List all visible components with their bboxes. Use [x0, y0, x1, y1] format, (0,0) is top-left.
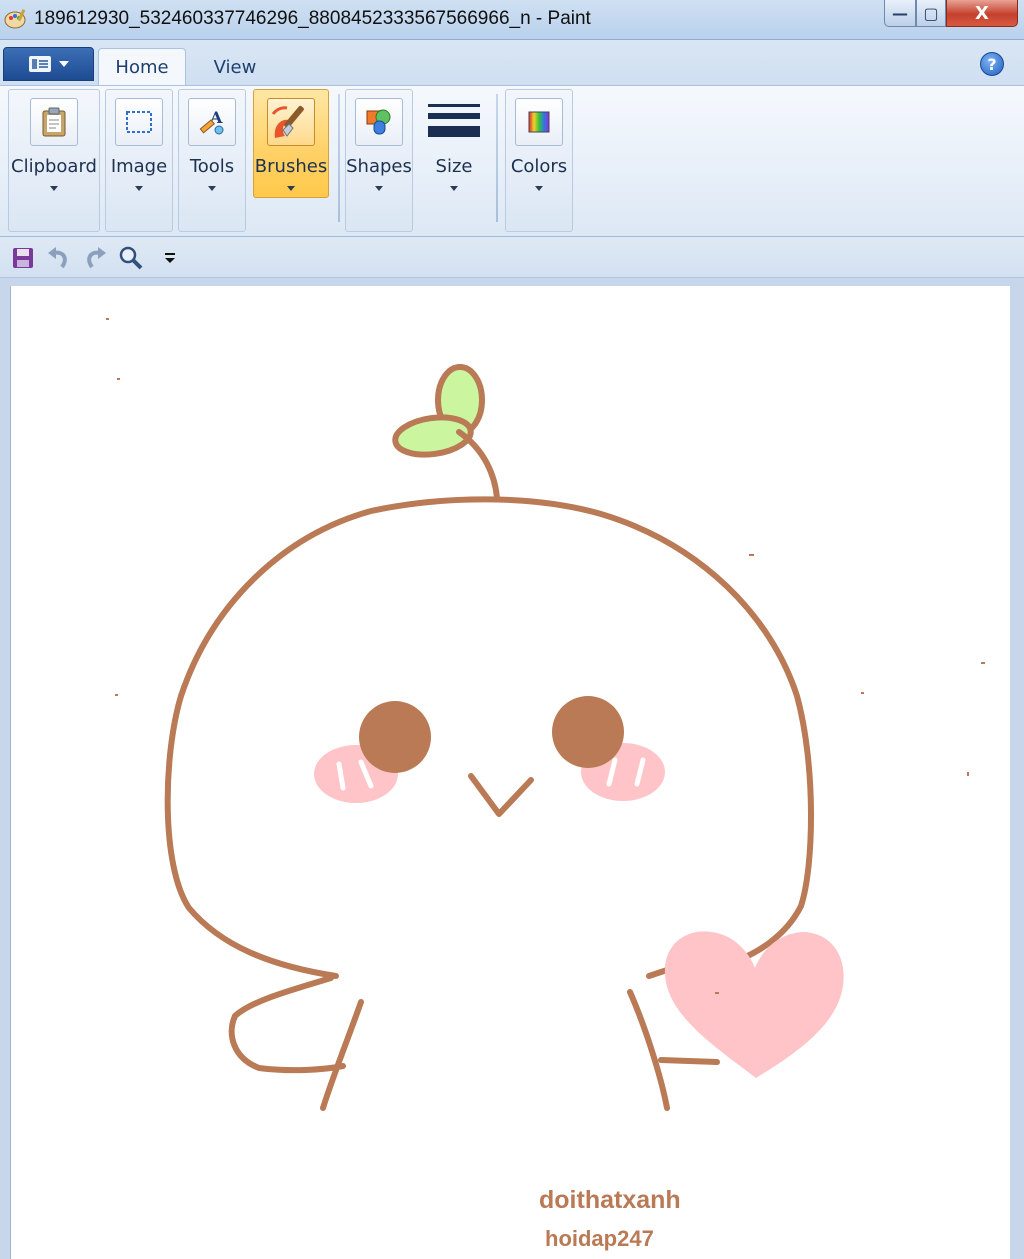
speck	[981, 662, 985, 664]
save-icon	[13, 248, 33, 268]
tools-group[interactable]: A Tools	[178, 89, 246, 232]
tab-view[interactable]: View	[196, 48, 274, 86]
signature-text-1: doithatxanh	[539, 1186, 681, 1214]
brushes-label: Brushes	[254, 156, 328, 177]
image-group[interactable]: Image	[105, 89, 173, 232]
chevron-down-icon	[375, 186, 383, 191]
size-tile	[426, 98, 482, 146]
speck	[106, 318, 109, 320]
paint-palette-icon[interactable]	[4, 7, 28, 31]
image-tile	[115, 98, 163, 146]
signature-text-2: hoidap247	[545, 1226, 654, 1251]
paint-menu-button[interactable]	[3, 47, 94, 81]
pencil-text-icon: A	[199, 108, 224, 135]
speck	[115, 694, 118, 696]
chevron-down-icon	[450, 186, 458, 191]
chevron-down-icon	[287, 186, 295, 191]
close-button[interactable]: X	[946, 0, 1018, 27]
title-bar: 189612930_532460337746296_88084523335675…	[0, 0, 1024, 40]
ribbon: Clipboard Image A Tools Brushes Shapes S…	[0, 85, 1024, 237]
color-palette-icon	[528, 111, 550, 133]
clipboard-icon	[42, 107, 66, 137]
line-size-icon	[428, 104, 480, 137]
shapes-group[interactable]: Shapes	[345, 89, 413, 232]
tools-label: Tools	[189, 156, 235, 177]
left-eye	[359, 701, 431, 773]
speck	[749, 554, 754, 556]
chevron-down-icon	[208, 186, 216, 191]
mouth	[468, 773, 534, 817]
chevron-down-icon	[50, 186, 58, 191]
undo-icon	[48, 247, 67, 269]
tab-home[interactable]: Home	[98, 48, 186, 86]
drawing	[106, 318, 985, 1111]
speck	[117, 378, 120, 380]
shapes-label: Shapes	[346, 156, 412, 177]
undo-button[interactable]	[44, 243, 74, 273]
zoom-button[interactable]	[116, 243, 146, 273]
image-label: Image	[110, 156, 168, 177]
speck	[715, 992, 719, 994]
shapes-tile	[355, 98, 403, 146]
brushes-group[interactable]: Brushes	[253, 89, 329, 198]
left-body-line	[320, 999, 364, 1111]
close-icon: X	[975, 2, 989, 24]
customize-toolbar-button[interactable]	[155, 243, 185, 273]
clipboard-label: Clipboard	[11, 156, 97, 177]
dropdown-icon	[165, 253, 175, 263]
colors-group[interactable]: Colors	[505, 89, 573, 232]
maximize-icon: ▢	[923, 3, 939, 23]
canvas-area: doithatxanh hoidap247	[0, 278, 1024, 1259]
head-outline	[164, 496, 814, 979]
chevron-down-icon	[535, 186, 543, 191]
speck	[861, 692, 864, 694]
brushes-tile	[267, 98, 315, 146]
right-eye	[552, 696, 624, 768]
colors-label: Colors	[510, 156, 568, 177]
shapes-icon	[366, 109, 391, 135]
chevron-down-icon	[58, 61, 69, 67]
minimize-button[interactable]: —	[884, 0, 916, 27]
paint-menu-icon	[28, 56, 51, 72]
right-hand-line	[658, 1057, 720, 1065]
tools-tile: A	[188, 98, 236, 146]
size-label: Size	[435, 156, 473, 177]
help-icon[interactable]: ?	[980, 52, 1004, 76]
colors-tile	[515, 98, 563, 146]
select-rectangle-icon	[126, 111, 152, 133]
redo-icon	[87, 247, 106, 269]
save-button[interactable]	[8, 243, 38, 273]
clipboard-tile	[30, 98, 78, 146]
ribbon-divider	[496, 94, 498, 222]
maximize-button[interactable]: ▢	[916, 0, 946, 27]
chevron-down-icon	[135, 186, 143, 191]
right-body-line	[627, 989, 670, 1111]
ribbon-divider	[338, 94, 340, 222]
left-arm	[228, 975, 346, 1074]
drawing-canvas[interactable]: doithatxanh hoidap247	[10, 286, 1010, 1259]
ribbon-tab-strip: Home View ?	[0, 40, 1024, 86]
size-group[interactable]: Size	[420, 89, 488, 232]
window-controls: — ▢ X	[884, 0, 1018, 28]
clipboard-group[interactable]: Clipboard	[8, 89, 100, 232]
paintbrush-icon	[271, 105, 304, 138]
magnifier-icon	[119, 246, 143, 270]
minimize-icon: —	[892, 3, 908, 23]
speck	[967, 772, 969, 776]
window-title: 189612930_532460337746296_88084523335675…	[34, 8, 591, 29]
redo-button[interactable]	[80, 243, 110, 273]
quick-access-toolbar	[0, 238, 1024, 278]
